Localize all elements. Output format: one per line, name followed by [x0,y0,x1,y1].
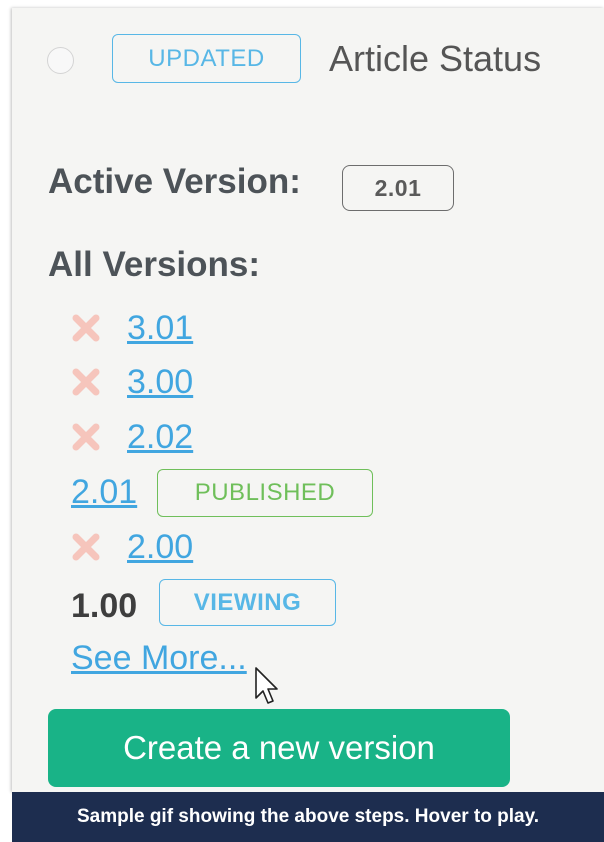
version-link-3-01[interactable]: 3.01 [127,309,193,348]
see-more-link[interactable]: See More... [71,639,247,678]
delete-x-icon[interactable] [71,422,101,452]
article-status-panel: UPDATED Article Status Active Version: 2… [12,8,604,792]
create-new-version-button[interactable]: Create a new version [48,709,510,787]
status-radio-button[interactable] [47,47,74,74]
version-link-2-02[interactable]: 2.02 [127,418,193,457]
mouse-pointer-icon [255,667,278,704]
panel-title: Article Status [329,38,542,79]
gif-caption-bar: Sample gif showing the above steps. Hove… [12,792,604,842]
published-status-badge: PUBLISHED [157,469,373,517]
all-versions-label: All Versions: [48,245,261,284]
version-link-2-00[interactable]: 2.00 [127,528,193,567]
updated-status-badge: UPDATED [112,34,301,83]
current-viewing-version: 1.00 [71,587,138,625]
active-version-badge: 2.01 [342,165,454,211]
version-link-3-00[interactable]: 3.00 [127,363,193,402]
version-link-2-01[interactable]: 2.01 [71,473,137,512]
active-version-label: Active Version: [48,162,301,201]
delete-x-icon[interactable] [71,367,101,397]
delete-x-icon[interactable] [71,532,101,562]
delete-x-icon[interactable] [71,313,101,343]
viewing-status-badge: VIEWING [159,579,336,626]
